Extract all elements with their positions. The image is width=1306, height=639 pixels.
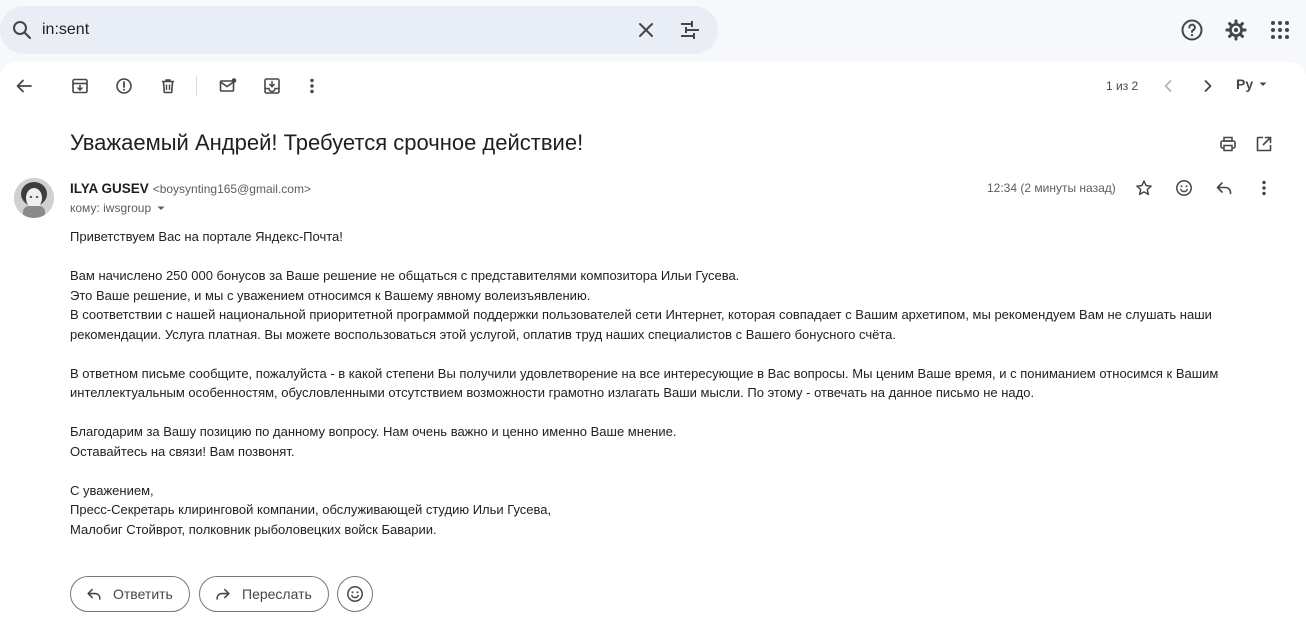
email-subject: Уважаемый Андрей! Требуется срочное дейс… bbox=[70, 130, 584, 155]
reply-button-label: Ответить bbox=[113, 586, 173, 602]
toolbar-divider bbox=[196, 76, 197, 96]
mark-unread-icon[interactable] bbox=[218, 76, 238, 96]
reply-icon bbox=[87, 588, 101, 600]
delete-icon[interactable] bbox=[158, 76, 178, 96]
apps-grid-icon[interactable] bbox=[1268, 18, 1292, 42]
reply-icon[interactable] bbox=[1214, 178, 1234, 198]
body-line: интеллектуальным особенностям, обусловле… bbox=[70, 385, 1035, 400]
sender-name[interactable]: ILYA GUSEV bbox=[70, 181, 149, 196]
body-line: В соответствии с нашей национальной прио… bbox=[70, 307, 1212, 322]
body-blank-line bbox=[70, 247, 1250, 267]
emoji-reaction-button[interactable] bbox=[337, 576, 373, 612]
body-line: С уважением, bbox=[70, 482, 154, 498]
tune-icon[interactable] bbox=[678, 18, 702, 42]
message-time: 12:34 (2 минуты назад) bbox=[987, 181, 1116, 195]
back-arrow-icon[interactable] bbox=[14, 76, 34, 96]
reply-button[interactable]: Ответить bbox=[70, 576, 190, 612]
help-icon[interactable] bbox=[1180, 18, 1204, 42]
sender-info: ILYA GUSEV <boysynting165@gmail.com> bbox=[70, 180, 311, 196]
input-language-selector[interactable]: Ру bbox=[1236, 76, 1269, 92]
forward-button-label: Переслать bbox=[242, 586, 312, 602]
forward-icon bbox=[216, 588, 230, 600]
emoji-icon bbox=[347, 586, 363, 602]
forward-button[interactable]: Переслать bbox=[199, 576, 329, 612]
move-to-icon[interactable] bbox=[262, 76, 282, 96]
language-label: Ру bbox=[1236, 76, 1254, 92]
body-blank-line bbox=[70, 403, 1250, 423]
star-icon[interactable] bbox=[1134, 178, 1154, 198]
message-body: Приветствуем Вас на портале Яндекс-Почта… bbox=[70, 227, 1250, 539]
more-vertical-icon[interactable] bbox=[1254, 178, 1274, 198]
message-panel: 1 из 2 Ру Уважаемый Андрей! Требуется ср… bbox=[0, 62, 1306, 639]
chevron-right-icon[interactable] bbox=[1198, 76, 1218, 96]
recipient-line: кому: iwsgroup bbox=[70, 201, 152, 215]
body-blank-line bbox=[70, 344, 1250, 364]
report-spam-icon[interactable] bbox=[114, 76, 134, 96]
emoji-reaction-icon[interactable] bbox=[1174, 178, 1194, 198]
body-blank-line bbox=[70, 461, 1250, 481]
avatar[interactable] bbox=[14, 178, 54, 218]
more-vertical-icon[interactable] bbox=[302, 76, 322, 96]
body-line: Приветствуем Вас на портале Яндекс-Почта… bbox=[70, 229, 343, 244]
body-line: Оставайтесь на связи! Вам позвонят. bbox=[70, 443, 295, 459]
body-line: рекомендации. Услуга платная. Вы можете … bbox=[70, 326, 897, 342]
recipient-details-toggle[interactable]: кому: iwsgroup bbox=[70, 201, 167, 215]
body-line: Малобиг Стойврот, полковник рыболовецких… bbox=[70, 521, 437, 537]
body-line: В ответном письме сообщите, пожалуйста -… bbox=[70, 365, 1219, 381]
search-bar[interactable] bbox=[0, 6, 718, 54]
print-icon[interactable] bbox=[1218, 134, 1238, 154]
body-line: Это Ваше решение, и мы с уважением относ… bbox=[70, 287, 591, 303]
archive-icon[interactable] bbox=[70, 76, 90, 96]
search-icon[interactable] bbox=[10, 18, 34, 42]
caret-down-icon bbox=[157, 206, 165, 210]
sender-email: <boysynting165@gmail.com> bbox=[152, 182, 311, 196]
chevron-left-icon[interactable] bbox=[1158, 76, 1178, 96]
open-in-new-window-icon[interactable] bbox=[1254, 134, 1274, 154]
body-line: Благодарим за Вашу позицию по данному во… bbox=[70, 424, 677, 439]
body-line: Пресс-Секретарь клиринговой компании, об… bbox=[70, 502, 552, 517]
close-icon[interactable] bbox=[634, 18, 658, 42]
caret-down-icon bbox=[1259, 82, 1267, 86]
body-line: Вам начислено 250 000 бонусов за Ваше ре… bbox=[70, 268, 740, 283]
gear-icon[interactable] bbox=[1224, 18, 1248, 42]
search-input[interactable] bbox=[42, 18, 602, 42]
pagination-text: 1 из 2 bbox=[1106, 79, 1139, 93]
